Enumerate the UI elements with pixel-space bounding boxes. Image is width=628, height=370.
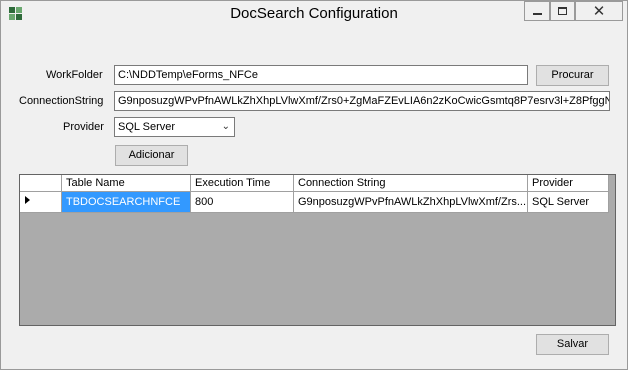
- save-button[interactable]: Salvar: [536, 334, 609, 355]
- form-area: WorkFolder C:\NDDTemp\eForms_NFCe Procur…: [7, 31, 621, 365]
- connection-string-label: ConnectionString: [19, 95, 104, 107]
- tables-grid[interactable]: Table Name Execution Time Connection Str…: [19, 174, 616, 326]
- current-row-arrow-icon: [25, 196, 30, 204]
- column-header-table-name[interactable]: Table Name: [62, 175, 191, 192]
- chevron-down-icon: ⌄: [221, 121, 230, 132]
- close-icon: ✕: [592, 2, 606, 20]
- cell-execution-time[interactable]: 800: [191, 192, 294, 213]
- maximize-icon: [558, 7, 567, 15]
- column-header-connection-string[interactable]: Connection String: [294, 175, 528, 192]
- provider-selected-value: SQL Server: [118, 121, 176, 133]
- workfolder-input[interactable]: C:\NDDTemp\eForms_NFCe: [114, 65, 528, 85]
- table-row[interactable]: TBDOCSEARCHNFCE 800 G9nposuzgWPvPfnAWLkZ…: [20, 192, 609, 213]
- minimize-button[interactable]: [524, 1, 550, 21]
- maximize-button[interactable]: [550, 1, 575, 21]
- browse-button[interactable]: Procurar: [536, 65, 609, 86]
- column-header-provider[interactable]: Provider: [528, 175, 609, 192]
- column-header-execution-time[interactable]: Execution Time: [191, 175, 294, 192]
- docsearch-configuration-window: DocSearch Configuration ✕ WorkFolder C:\…: [0, 0, 628, 370]
- cell-provider[interactable]: SQL Server: [528, 192, 609, 213]
- close-button[interactable]: ✕: [575, 1, 623, 21]
- grid-header-row: Table Name Execution Time Connection Str…: [20, 175, 609, 192]
- cell-connection-string[interactable]: G9nposuzgWPvPfnAWLkZhXhpLVlwXmf/Zrs...: [294, 192, 528, 213]
- minimize-icon: [532, 13, 542, 15]
- cell-table-name[interactable]: TBDOCSEARCHNFCE: [62, 192, 191, 213]
- row-header-cell[interactable]: [20, 192, 62, 213]
- provider-label: Provider: [63, 121, 104, 133]
- workfolder-label: WorkFolder: [46, 69, 103, 81]
- connection-string-input[interactable]: G9nposuzgWPvPfnAWLkZhXhpLVlwXmf/Zrs0+ZgM…: [114, 91, 610, 111]
- title-bar[interactable]: DocSearch Configuration ✕: [1, 1, 627, 29]
- provider-select[interactable]: SQL Server ⌄: [114, 117, 235, 137]
- add-button[interactable]: Adicionar: [115, 145, 188, 166]
- grid-corner-header: [20, 175, 62, 192]
